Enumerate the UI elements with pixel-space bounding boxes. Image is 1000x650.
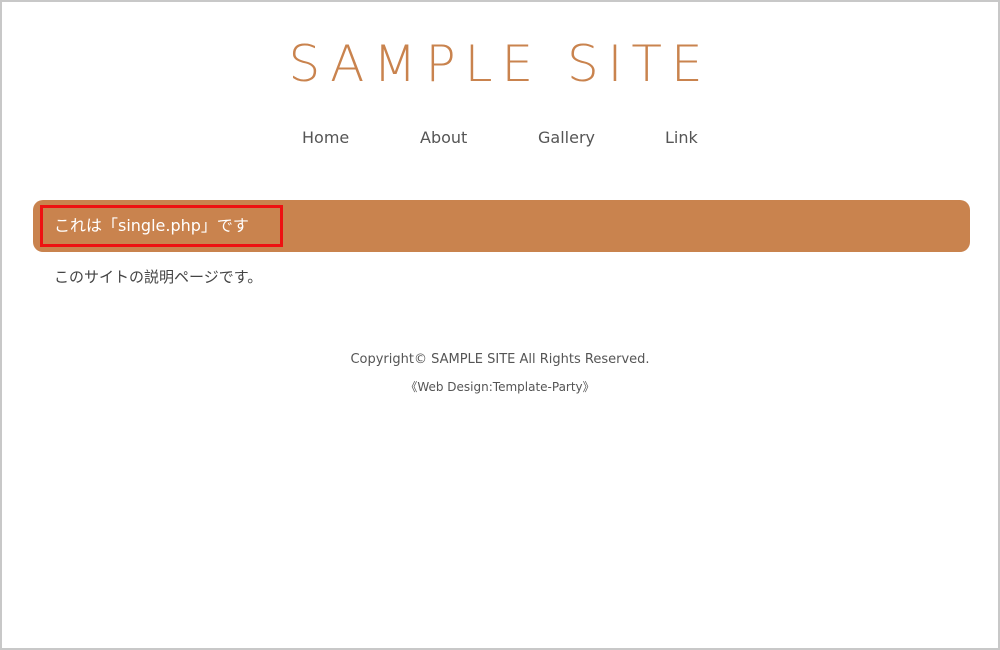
footer-credit-link[interactable]: 《Web Design:Template-Party》 bbox=[2, 378, 998, 396]
nav-item-about[interactable]: About bbox=[420, 128, 467, 147]
nav-item-home[interactable]: Home bbox=[302, 128, 349, 147]
main-navigation: Home About Gallery Link bbox=[2, 128, 1000, 154]
footer-copyright: Copyright© SAMPLE SITE All Rights Reserv… bbox=[350, 352, 650, 367]
page-title: これは「single.php」です bbox=[40, 205, 283, 247]
page-description: このサイトの説明ページです。 bbox=[54, 268, 263, 286]
site-logo[interactable]: SAMPLE SITE bbox=[2, 34, 998, 94]
nav-item-gallery[interactable]: Gallery bbox=[538, 128, 595, 147]
browser-viewport: SAMPLE SITE Home About Gallery Link これは「… bbox=[0, 0, 1000, 650]
nav-item-link[interactable]: Link bbox=[665, 128, 698, 147]
